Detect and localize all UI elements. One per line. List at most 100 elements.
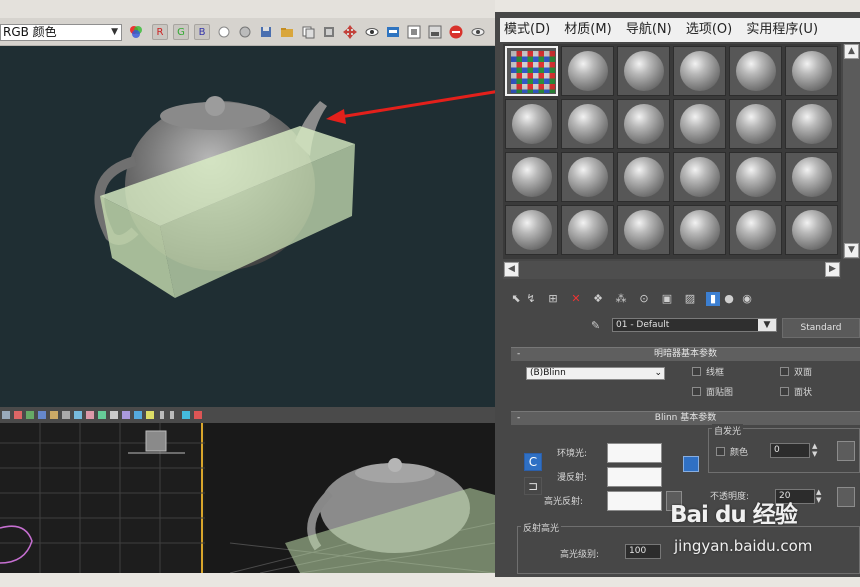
clone-window-icon[interactable]: [321, 24, 337, 40]
material-sample-slot[interactable]: [561, 46, 614, 96]
channel-display-select[interactable]: RGB 颜色 ▼: [0, 24, 122, 41]
material-type-button[interactable]: Standard: [782, 318, 860, 338]
material-sample-slot[interactable]: [729, 99, 782, 149]
material-sample-slot[interactable]: [785, 99, 838, 149]
frame-icon[interactable]: [406, 24, 422, 40]
face-map-checkbox[interactable]: [692, 387, 701, 396]
copy-image-icon[interactable]: [300, 24, 316, 40]
alpha-channel-icon[interactable]: [216, 24, 232, 40]
color-wheel-icon[interactable]: [128, 24, 144, 40]
get-material-icon[interactable]: ⬉: [509, 292, 523, 306]
display-toggle-icon[interactable]: [385, 24, 401, 40]
material-sample-slot[interactable]: [617, 99, 670, 149]
chevron-down-icon: ▼: [111, 27, 118, 37]
scroll-right-button[interactable]: ▶: [825, 262, 840, 277]
diffuse-color-swatch[interactable]: [607, 467, 662, 487]
make-copy-icon[interactable]: ❖: [591, 292, 605, 306]
material-sample-slot[interactable]: [617, 205, 670, 255]
eye-icon[interactable]: [470, 24, 486, 40]
shader-type-select[interactable]: (B)Blinn ⌄: [526, 367, 665, 380]
stop-icon[interactable]: [448, 24, 464, 40]
scroll-up-button[interactable]: ▲: [844, 44, 859, 59]
eyedropper-icon[interactable]: ✎: [591, 319, 605, 333]
perspective-viewport[interactable]: [0, 423, 495, 573]
scroll-left-button[interactable]: ◀: [504, 262, 519, 277]
shader-rollout-title: 明暗器基本参数: [653, 349, 717, 359]
sample-slots-vscrollbar[interactable]: ▲ ▼: [843, 44, 860, 259]
material-sample-slot[interactable]: [785, 205, 838, 255]
show-map-icon[interactable]: ▣: [660, 292, 674, 306]
material-sample-slot[interactable]: [505, 99, 558, 149]
material-sample-slot[interactable]: [729, 205, 782, 255]
chevron-down-icon[interactable]: ▼: [758, 319, 776, 331]
material-sample-slot[interactable]: [729, 46, 782, 96]
material-sample-slot[interactable]: [561, 205, 614, 255]
self-illum-title: 自发光: [712, 424, 744, 437]
sample-slots-hscrollbar[interactable]: ◀ ▶: [503, 261, 841, 279]
menu-options[interactable]: 选项(O): [686, 22, 732, 37]
blinn-basic-params-rollout[interactable]: - Blinn 基本参数: [511, 411, 860, 425]
specular-level-spinner[interactable]: 100: [625, 544, 661, 559]
material-sample-slot[interactable]: [785, 46, 838, 96]
two-sided-checkbox[interactable]: [780, 367, 789, 376]
material-sample-slot[interactable]: [561, 152, 614, 202]
material-sample-slot[interactable]: [617, 152, 670, 202]
material-sample-slot[interactable]: [617, 46, 670, 96]
go-sibling-icon[interactable]: ●: [722, 292, 736, 306]
diffuse-map-button[interactable]: [683, 456, 699, 472]
material-sample-slot[interactable]: [505, 46, 558, 96]
shader-basic-params-rollout[interactable]: - 明暗器基本参数: [511, 347, 860, 361]
material-sample-slot[interactable]: [561, 99, 614, 149]
material-id-icon[interactable]: ⊙: [637, 292, 651, 306]
put-to-library-icon[interactable]: ⁂: [614, 292, 628, 306]
go-parent-icon[interactable]: ▮: [706, 292, 720, 306]
material-sample-slot[interactable]: [673, 99, 726, 149]
show-end-result-icon[interactable]: ▨: [683, 292, 697, 306]
blue-channel-button[interactable]: B: [194, 24, 210, 40]
red-channel-button[interactable]: R: [152, 24, 168, 40]
material-sample-slot[interactable]: [785, 152, 838, 202]
specular-color-swatch[interactable]: [607, 491, 662, 511]
material-sample-slot[interactable]: [673, 152, 726, 202]
put-to-scene-icon[interactable]: ↯: [524, 292, 538, 306]
ambient-color-swatch[interactable]: [607, 443, 662, 463]
material-sample-slot[interactable]: [505, 152, 558, 202]
self-illum-map-button[interactable]: [837, 441, 855, 461]
scroll-down-button[interactable]: ▼: [844, 243, 859, 258]
menu-mode[interactable]: 模式(D): [504, 22, 550, 37]
material-name-field[interactable]: 01 - Default ▼: [612, 318, 777, 332]
self-illum-spinner[interactable]: 0: [770, 443, 810, 458]
render-viewport[interactable]: [0, 46, 495, 407]
two-sided-label: 双面: [794, 368, 813, 378]
mono-channel-icon[interactable]: [237, 24, 253, 40]
material-name-value: 01 - Default: [616, 320, 670, 330]
material-sample-slot[interactable]: [673, 205, 726, 255]
save-image-icon[interactable]: [258, 24, 274, 40]
faceted-checkbox[interactable]: [780, 387, 789, 396]
self-illum-color-checkbox[interactable]: [716, 447, 725, 456]
baidu-jingyan-watermark: Bai du 经验 jingyan.baidu.com: [660, 485, 860, 575]
collapse-icon: -: [517, 349, 521, 359]
pick-by-material-icon[interactable]: ◉: [740, 292, 754, 306]
delete-material-icon[interactable]: ✕: [569, 292, 583, 306]
lock-diffuse-specular-button[interactable]: ⊐: [524, 477, 542, 495]
history-icon[interactable]: [427, 24, 443, 40]
lock-ambient-diffuse-button[interactable]: C: [524, 453, 542, 471]
move-tool-icon[interactable]: [342, 24, 358, 40]
material-sample-slot[interactable]: [673, 46, 726, 96]
green-channel-button[interactable]: G: [173, 24, 189, 40]
menu-utilities[interactable]: 实用程序(U): [746, 22, 818, 37]
wire-label: 线框: [706, 368, 725, 378]
spinner-arrows-icon[interactable]: ▲ ▼: [812, 442, 817, 458]
open-folder-icon[interactable]: [279, 24, 295, 40]
material-sphere: [568, 157, 608, 197]
wire-checkbox[interactable]: [692, 367, 701, 376]
annotation-arrow: [339, 90, 495, 119]
assign-material-icon[interactable]: ⊞: [546, 292, 560, 306]
eye-icon[interactable]: [364, 24, 380, 40]
material-sample-slot[interactable]: [729, 152, 782, 202]
menu-material[interactable]: 材质(M): [564, 22, 611, 37]
material-sample-slot[interactable]: [505, 205, 558, 255]
menu-navigation[interactable]: 导航(N): [626, 22, 672, 37]
watermark-logo: Bai du 经验: [670, 502, 798, 528]
